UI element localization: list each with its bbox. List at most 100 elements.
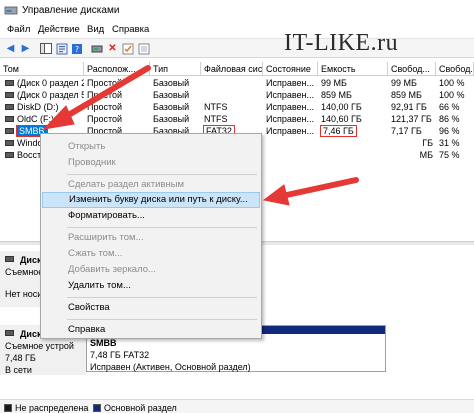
- type-cell: Базовый: [153, 114, 190, 124]
- delete-icon[interactable]: ✕: [106, 42, 119, 55]
- menu-item-shrink[interactable]: Сжать том...: [42, 246, 260, 262]
- menu-separator: [67, 227, 257, 228]
- capacity-cell: 7,46 ГБ: [320, 125, 357, 137]
- status-cell: Исправен...: [266, 114, 315, 124]
- menu-item-add-mirror[interactable]: Добавить зеркало...: [42, 262, 260, 278]
- console-tree-icon[interactable]: [39, 42, 52, 55]
- free-percent-cell: 100 %: [439, 78, 465, 88]
- menu-item-extend[interactable]: Расширить том...: [42, 230, 260, 246]
- free-space-cell: 121,37 ГБ: [391, 114, 432, 124]
- column-header[interactable]: Емкость: [318, 62, 388, 76]
- disk-icon: [5, 330, 14, 336]
- capacity-cell: 99 МБ: [321, 78, 347, 88]
- type-cell: Базовый: [153, 78, 190, 88]
- disk-status: В сети: [5, 365, 32, 375]
- menu-separator: [67, 319, 257, 320]
- type-cell: Базовый: [153, 102, 190, 112]
- column-header[interactable]: Свобод...: [436, 62, 474, 76]
- svg-text:?: ?: [74, 45, 78, 54]
- disk-size: 7,48 ГБ: [5, 353, 36, 363]
- fs-cell: NTFS: [204, 102, 228, 112]
- menu-item-mark-active[interactable]: Сделать раздел активным: [42, 177, 260, 193]
- volume-icon: [5, 103, 14, 110]
- volume-name: (Диск 0 раздел 5): [17, 90, 84, 100]
- volume-icon: [5, 115, 14, 122]
- volume-name: Windo: [17, 138, 43, 148]
- menu-item-properties[interactable]: Свойства: [42, 300, 260, 316]
- menu-separator: [67, 297, 257, 298]
- free-percent-cell: 66 %: [439, 102, 460, 112]
- watermark: IT-LIKE.ru: [284, 30, 399, 56]
- legend-label: Основной раздел: [104, 403, 177, 413]
- help-icon[interactable]: ?: [70, 42, 83, 55]
- disk-management-icon: [4, 6, 18, 15]
- fs-cell: NTFS: [204, 114, 228, 124]
- layout-cell: Простой: [87, 78, 123, 88]
- menu-separator: [67, 174, 257, 175]
- menu-file[interactable]: Файл: [7, 24, 30, 35]
- volume-icon: [5, 127, 14, 134]
- menu-action[interactable]: Действие: [38, 24, 80, 35]
- back-icon[interactable]: ◀: [4, 42, 17, 55]
- window-title: Управление дисками: [22, 5, 120, 16]
- column-header[interactable]: Тип: [150, 62, 201, 76]
- menu-bar: Файл Действие Вид Справка: [0, 22, 474, 38]
- status-cell: Исправен...: [266, 102, 315, 112]
- free-space-cell: 92,91 ГБ: [391, 102, 427, 112]
- volume-icon: [5, 91, 14, 98]
- legend: Не распределена Основной раздел: [0, 399, 474, 413]
- capacity-cell: 140,00 ГБ: [321, 102, 362, 112]
- free-percent-cell: 100 %: [439, 90, 465, 100]
- status-cell: Исправен...: [266, 78, 315, 88]
- disk-name: Диск: [20, 255, 42, 265]
- menu-item-open[interactable]: Открыть: [42, 139, 260, 155]
- volume-name: (Диск 0 раздел 2): [17, 78, 84, 88]
- menu-item-delete-volume[interactable]: Удалить том...: [42, 278, 260, 294]
- table-row[interactable]: OldC (F:) Простой Базовый NTFS Исправен.…: [0, 113, 474, 125]
- free-percent-cell: 96 %: [439, 126, 460, 136]
- free-space-cell: 99 МБ: [391, 78, 417, 88]
- menu-item-help[interactable]: Справка: [42, 322, 260, 338]
- menu-item-format[interactable]: Форматировать...: [42, 208, 260, 224]
- free-space-cell: МБ: [419, 150, 433, 160]
- column-header[interactable]: Располож...: [84, 62, 150, 76]
- title-bar: Управление дисками: [0, 0, 474, 22]
- status-cell: Исправен...: [266, 90, 315, 100]
- capacity-cell: 859 МБ: [321, 90, 352, 100]
- partition-size: 7,48 ГБ FAT32: [90, 350, 150, 360]
- status-cell: Исправен...: [266, 126, 315, 136]
- menu-help[interactable]: Справка: [112, 24, 149, 35]
- refresh-icon[interactable]: [137, 42, 150, 55]
- layout-cell: Простой: [87, 114, 123, 124]
- connect-drive-icon[interactable]: [90, 42, 103, 55]
- free-space-cell: 859 МБ: [391, 90, 422, 100]
- fs-cell: [201, 89, 263, 101]
- free-percent-cell: 75 %: [439, 150, 460, 160]
- unallocated-swatch: [4, 404, 12, 412]
- context-menu: Открыть Проводник Сделать раздел активны…: [40, 133, 262, 339]
- column-header[interactable]: Файловая система: [201, 62, 263, 76]
- column-header[interactable]: Том: [0, 62, 84, 76]
- menu-view[interactable]: Вид: [87, 24, 104, 35]
- free-percent-cell: 86 %: [439, 114, 460, 124]
- table-row[interactable]: (Диск 0 раздел 5) Простой Базовый Исправ…: [0, 89, 474, 101]
- volume-name: DiskD (D:): [17, 102, 59, 112]
- properties-icon[interactable]: [55, 42, 68, 55]
- check-icon[interactable]: [121, 42, 134, 55]
- table-row[interactable]: DiskD (D:) Простой Базовый NTFS Исправен…: [0, 101, 474, 113]
- type-cell: Базовый: [153, 90, 190, 100]
- volume-icon: [5, 151, 14, 158]
- menu-item-change-drive-letter[interactable]: Изменить букву диска или путь к диску...: [42, 192, 260, 208]
- forward-icon[interactable]: ▶: [19, 42, 32, 55]
- free-space-cell: 7,17 ГБ: [391, 126, 422, 136]
- toolbar: ◀ ▶ ? ✕: [0, 38, 474, 58]
- menu-item-explorer[interactable]: Проводник: [42, 155, 260, 171]
- column-header[interactable]: Состояние: [263, 62, 318, 76]
- disk-type: Съемное устрой: [5, 341, 74, 351]
- column-header[interactable]: Свобод...: [388, 62, 436, 76]
- table-row[interactable]: (Диск 0 раздел 2) Простой Базовый Исправ…: [0, 77, 474, 89]
- partition-status: Исправен (Активен, Основной раздел): [90, 362, 251, 372]
- volume-name: OldC (F:): [17, 114, 54, 124]
- primary-swatch: [93, 404, 101, 412]
- disk-icon: [5, 256, 14, 262]
